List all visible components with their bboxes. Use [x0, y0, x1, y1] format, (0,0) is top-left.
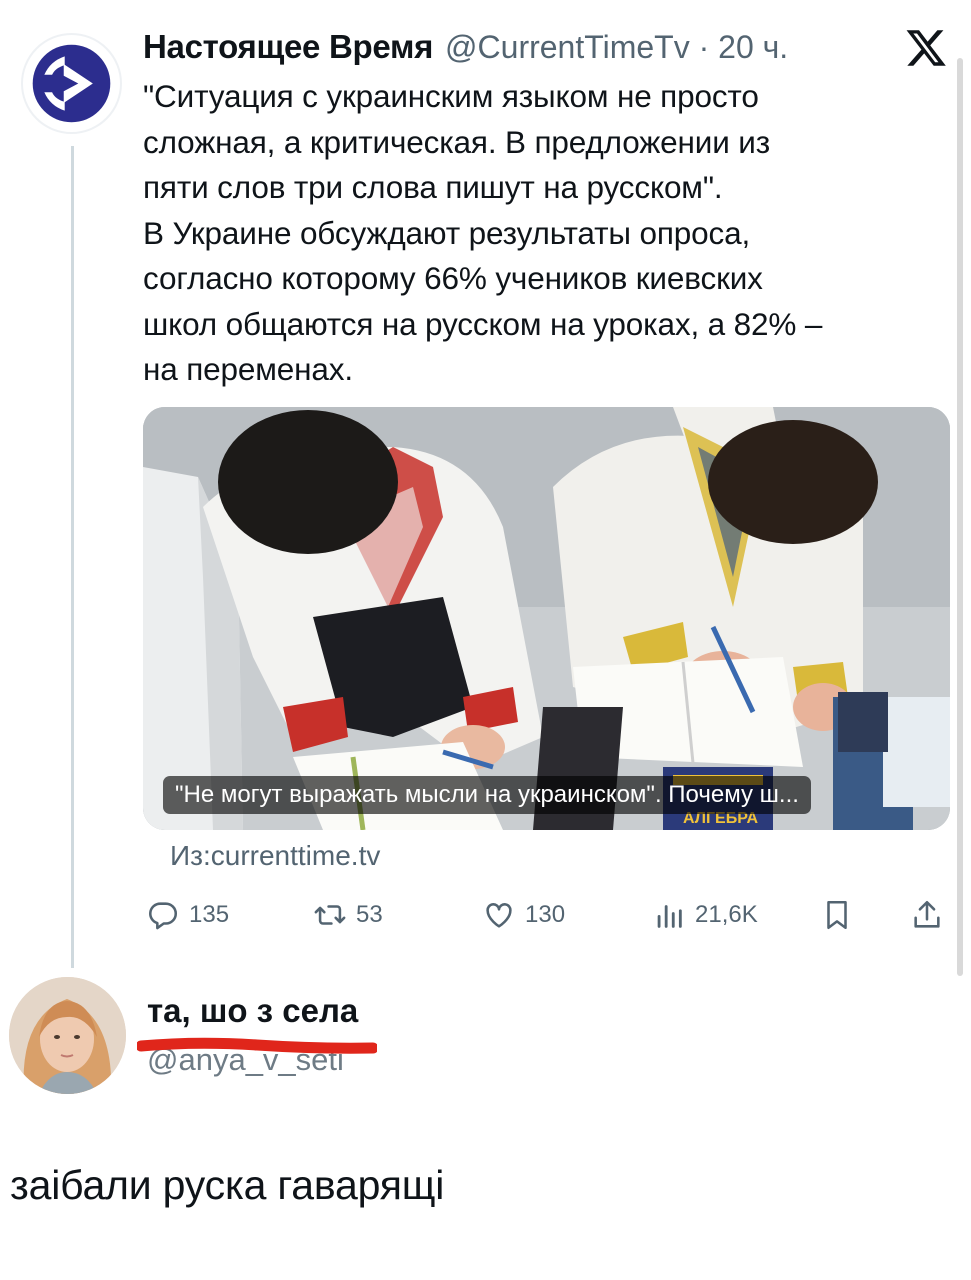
bookmark-button[interactable]	[820, 893, 863, 937]
media-image[interactable]: АЛГЕБРА	[143, 407, 950, 830]
views-button[interactable]: 21,6K	[652, 893, 758, 937]
current-time-logo-icon	[32, 44, 111, 123]
scrollbar[interactable]	[957, 58, 963, 976]
thread-connector-line	[71, 146, 74, 968]
reply-avatar[interactable]	[9, 977, 126, 1094]
reply-button[interactable]: 135	[146, 893, 229, 937]
students-photo: АЛГЕБРА	[143, 407, 950, 830]
repost-count: 53	[356, 901, 383, 928]
share-icon	[914, 900, 940, 928]
post-header: Настоящее Время @CurrentTimeTv · 20 ч.	[143, 28, 788, 72]
heart-icon	[486, 903, 512, 928]
author-name[interactable]: Настоящее Время	[143, 28, 433, 66]
like-count: 130	[525, 901, 566, 928]
user-avatar-photo	[9, 977, 126, 1094]
author-avatar[interactable]	[21, 33, 122, 134]
bookmark-icon	[827, 900, 847, 930]
views-chart-icon	[657, 905, 682, 928]
red-marker-underline	[137, 1037, 377, 1054]
repost-icon	[314, 905, 346, 925]
author-handle-time[interactable]: @CurrentTimeTv · 20 ч.	[445, 29, 788, 66]
views-count: 21,6K	[695, 901, 758, 928]
post-text: "Ситуация с украинским языком не просто …	[143, 78, 823, 387]
reply-author-name[interactable]: та, шо з села	[147, 992, 358, 1030]
reply-text: заібали руска гаварящі	[10, 1162, 445, 1208]
like-button[interactable]: 130	[482, 893, 565, 937]
media-caption: "Не могут выражать мысли на украинском".…	[163, 776, 811, 814]
repost-button[interactable]: 53	[313, 893, 383, 937]
x-logo-icon[interactable]	[904, 26, 948, 70]
source-link[interactable]: Из:currenttime.tv	[170, 840, 380, 872]
reply-icon	[149, 902, 178, 930]
reply-count: 135	[189, 901, 230, 928]
share-button[interactable]	[910, 893, 953, 937]
